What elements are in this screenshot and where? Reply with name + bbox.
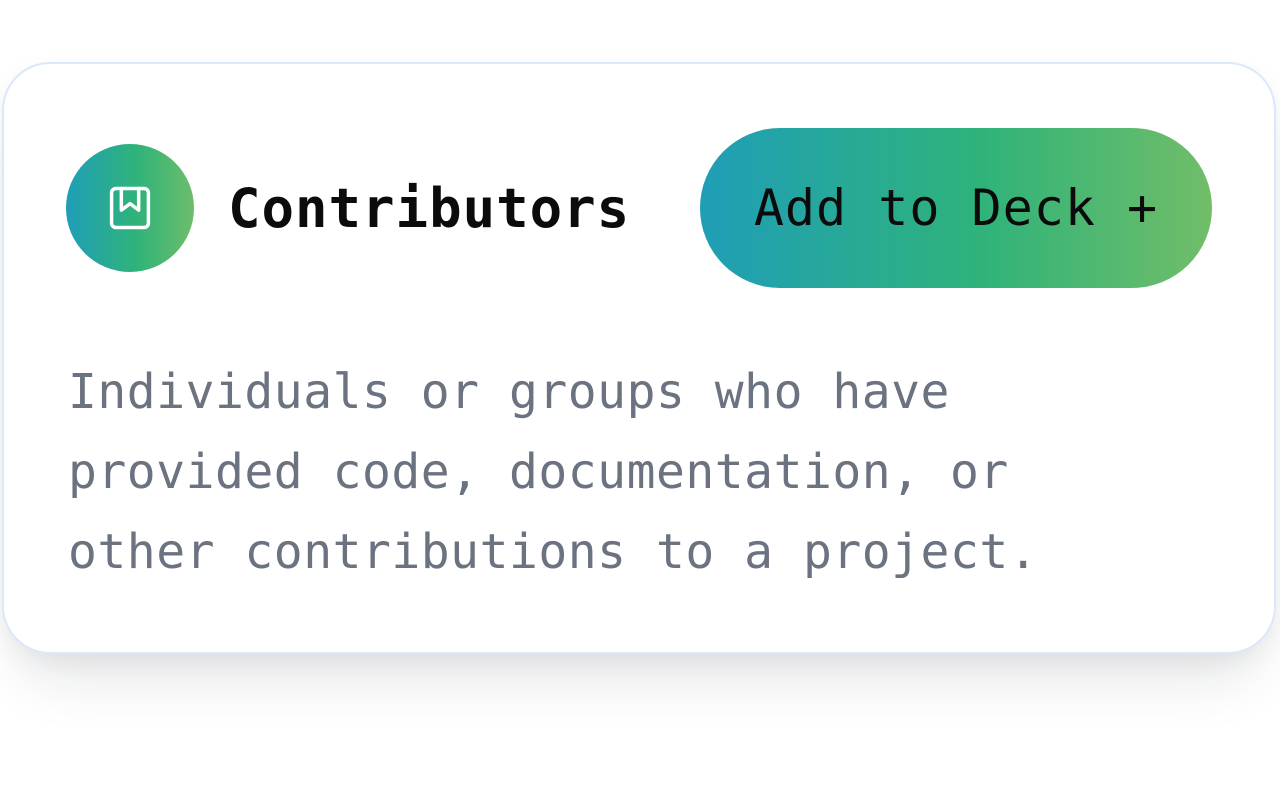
term-avatar — [66, 144, 194, 272]
bookmark-book-icon — [109, 186, 151, 230]
term-description: Individuals or groups who have provided … — [68, 364, 1039, 580]
card-header: Contributors Add to Deck + — [66, 128, 1214, 288]
term-title: Contributors — [228, 177, 631, 240]
add-to-deck-button[interactable]: Add to Deck + — [700, 128, 1212, 288]
popover-tail — [440, 650, 840, 740]
